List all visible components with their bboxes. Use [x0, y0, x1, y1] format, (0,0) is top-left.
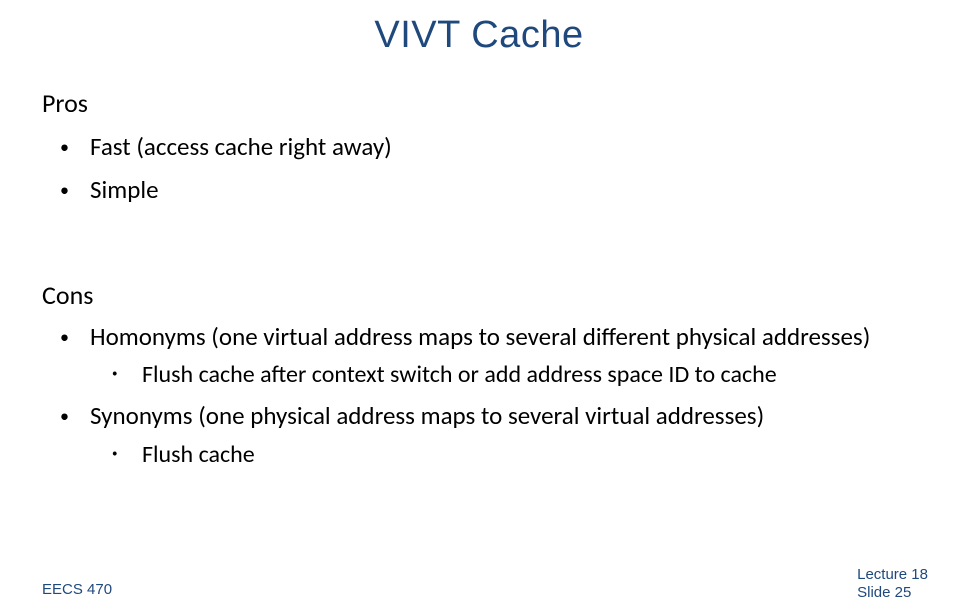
list-item: Synonyms (one physical address maps to s… — [0, 402, 958, 470]
sub-list: Flush cache after context switch or add … — [90, 361, 958, 390]
slide-title: VIVT Cache — [0, 0, 958, 57]
list-item-text: Homonyms (one virtual address maps to se… — [90, 321, 870, 352]
list-item: Fast (access cache right away) — [0, 133, 958, 162]
cons-heading: Cons — [42, 279, 958, 311]
list-item: Simple — [0, 176, 958, 205]
cons-list: Homonyms (one virtual address maps to se… — [0, 323, 958, 470]
sub-list: Flush cache — [90, 441, 958, 470]
pros-heading: Pros — [42, 87, 958, 119]
sub-list-item-text: Flush cache — [142, 440, 255, 469]
footer-slide: Slide 25 — [857, 584, 928, 602]
footer-course: EECS 470 — [42, 581, 112, 598]
list-item-text: Synonyms (one physical address maps to s… — [90, 400, 764, 431]
footer-right: Lecture 18 Slide 25 — [857, 566, 928, 602]
sub-list-item: Flush cache — [90, 441, 958, 470]
list-item-text: Simple — [90, 174, 159, 205]
sub-list-item: Flush cache after context switch or add … — [90, 361, 958, 390]
list-item: Homonyms (one virtual address maps to se… — [0, 323, 958, 391]
slide: VIVT Cache Pros Fast (access cache right… — [0, 0, 958, 612]
list-item-text: Fast (access cache right away) — [90, 131, 392, 162]
footer-lecture: Lecture 18 — [857, 566, 928, 584]
pros-list: Fast (access cache right away) Simple — [0, 133, 958, 205]
sub-list-item-text: Flush cache after context switch or add … — [142, 360, 777, 389]
